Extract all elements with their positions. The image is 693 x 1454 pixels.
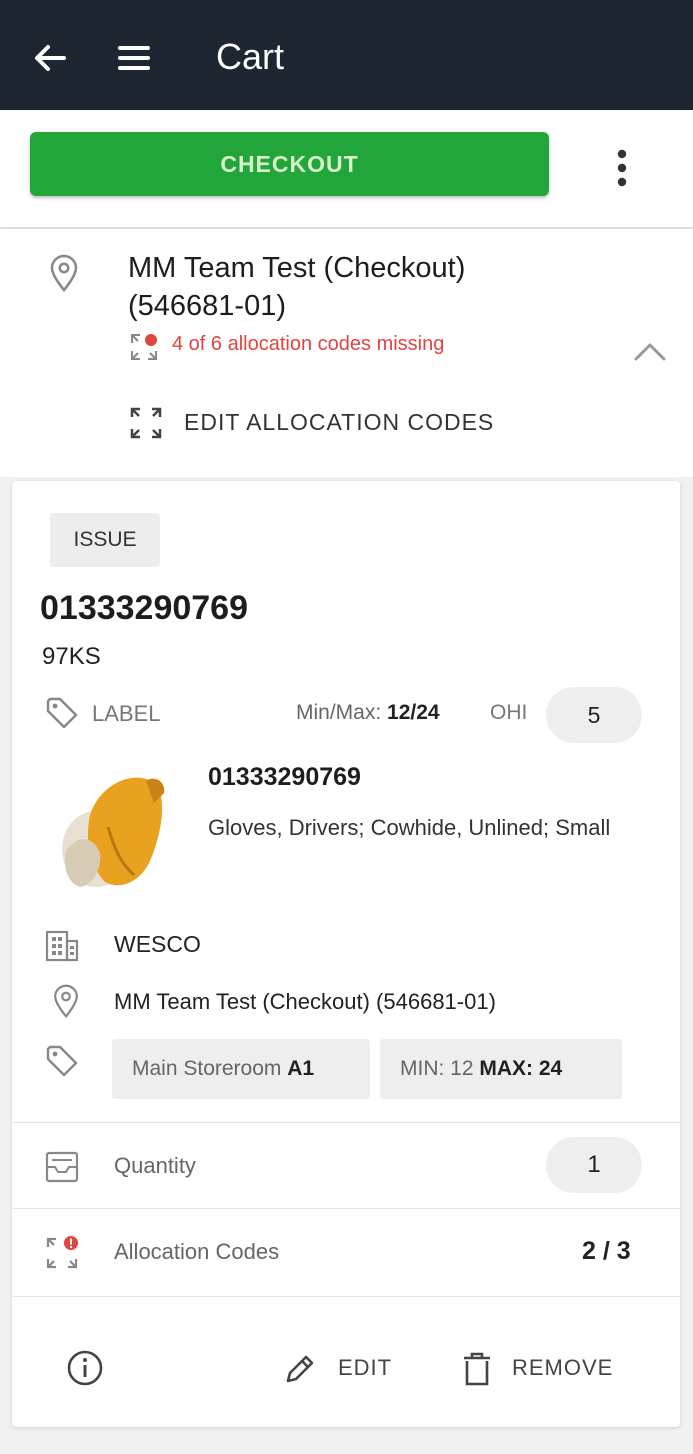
page-title: Cart	[216, 36, 285, 77]
building-icon	[45, 930, 79, 962]
location-name: MM Team Test (Checkout) (546681-01)	[128, 252, 466, 322]
hamburger-menu-icon[interactable]	[110, 34, 158, 82]
info-icon[interactable]	[66, 1349, 104, 1387]
map-pin-icon	[54, 984, 78, 1019]
cart-item-card: ISSUE 01333290769 97KS LABEL Min/Max: 12…	[12, 481, 680, 1427]
edit-allocation-label: EDIT ALLOCATION CODES	[184, 409, 495, 435]
edit-button[interactable]: EDIT	[282, 1343, 402, 1393]
quantity-value[interactable]: 1	[546, 1137, 642, 1193]
item-subcode: 97KS	[42, 643, 101, 670]
chevron-up-icon[interactable]	[632, 337, 668, 365]
divider	[12, 1208, 680, 1209]
divider	[12, 1296, 680, 1297]
pencil-icon	[286, 1355, 314, 1383]
ohi-badge: 5	[546, 687, 642, 743]
bin-location-chip: Main Storeroom A1	[112, 1039, 370, 1099]
remove-label: REMOVE	[512, 1355, 614, 1380]
divider	[12, 1122, 680, 1123]
allocation-codes-value: 2 / 3	[582, 1237, 631, 1265]
product-description: Gloves, Drivers; Cowhide, Unlined; Small	[208, 815, 611, 840]
quantity-label: Quantity	[114, 1153, 196, 1178]
checkout-button[interactable]: CHECKOUT	[30, 132, 549, 196]
quantity-icon	[45, 1151, 79, 1183]
checkout-toolbar: CHECKOUT	[0, 110, 693, 228]
more-vertical-icon[interactable]	[604, 148, 640, 188]
location-section: MM Team Test (Checkout) (546681-01) 4 of…	[0, 229, 693, 477]
label-text: LABEL	[92, 701, 161, 726]
app-bar: Cart	[0, 0, 693, 110]
allocation-warning-icon	[46, 1236, 78, 1269]
tag-icon	[46, 697, 78, 729]
missing-allocation-text: 4 of 6 allocation codes missing	[172, 333, 445, 355]
remove-button[interactable]: REMOVE	[460, 1343, 630, 1393]
supplier-name: WESCO	[114, 931, 201, 957]
item-sku: 01333290769	[40, 589, 249, 627]
expand-arrows-icon	[130, 407, 162, 439]
minmax-chip: MIN: 12 MAX: 24	[380, 1039, 622, 1099]
allocation-warning-icon	[131, 334, 157, 360]
minmax-info: Min/Max: 12/24	[296, 701, 440, 724]
back-arrow-icon[interactable]	[26, 34, 74, 82]
product-sku: 01333290769	[208, 763, 361, 791]
ohi-label: OHI	[490, 701, 528, 724]
product-image	[62, 777, 165, 887]
edit-allocation-codes-button[interactable]: EDIT ALLOCATION CODES	[128, 401, 548, 445]
map-pin-icon	[50, 254, 78, 292]
tag-icon	[46, 1045, 78, 1077]
edit-label: EDIT	[338, 1355, 393, 1380]
allocation-codes-label: Allocation Codes	[114, 1239, 280, 1264]
issue-badge: ISSUE	[50, 513, 160, 567]
item-location: MM Team Test (Checkout) (546681-01)	[114, 989, 496, 1014]
trash-icon	[464, 1352, 490, 1386]
